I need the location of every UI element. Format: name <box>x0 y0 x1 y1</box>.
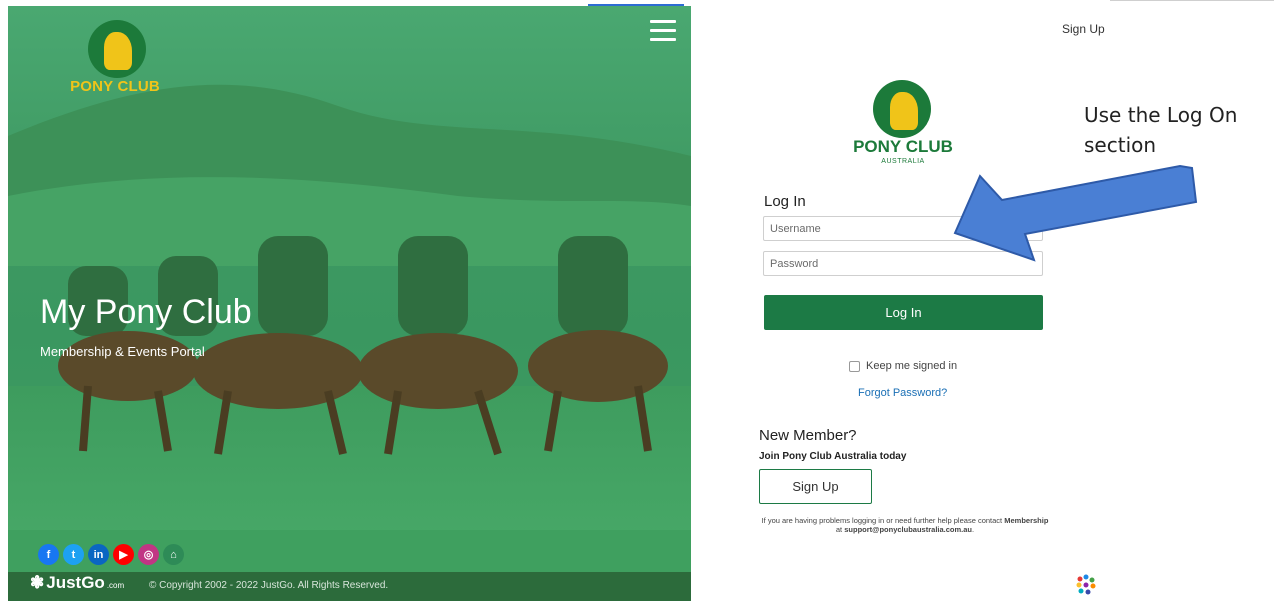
annotation-text: Use the Log On section <box>1084 100 1237 160</box>
join-text: Join Pony Club Australia today <box>759 451 907 462</box>
home-icon[interactable]: ⌂ <box>163 544 184 565</box>
hero-logo-text: PONY CLUB <box>70 78 160 95</box>
justgo-logo-icon: ❃ <box>30 573 45 592</box>
hero-logo: PONY CLUB <box>60 18 170 108</box>
login-heading: Log In <box>764 193 806 210</box>
social-links: f t in ▶ ◎ ⌂ <box>38 544 184 565</box>
twitter-icon[interactable]: t <box>63 544 84 565</box>
help-email[interactable]: support@ponyclubaustralia.com.au <box>844 525 972 534</box>
riders-illustration <box>58 236 668 456</box>
help-text-pre: If you are having problems logging in or… <box>761 516 1003 525</box>
justgo-logo-text: JustGo <box>46 573 105 592</box>
instagram-icon[interactable]: ◎ <box>138 544 159 565</box>
linkedin-icon[interactable]: in <box>88 544 109 565</box>
copyright-text: © Copyright 2002 - 2022 JustGo. All Righ… <box>149 580 389 591</box>
hero-subtitle: Membership & Events Portal <box>40 344 205 359</box>
hero-title: My Pony Club <box>40 293 252 331</box>
signup-button[interactable]: Sign Up <box>759 469 872 504</box>
justgo-badge-icon <box>1076 574 1096 595</box>
help-text-mid: at <box>835 525 843 534</box>
justgo-logo-suffix: .com <box>106 581 125 590</box>
horse-head-icon <box>890 92 918 130</box>
annotation-line-1: Use the Log On <box>1084 103 1238 127</box>
help-text-post: . <box>972 525 975 534</box>
youtube-icon[interactable]: ▶ <box>113 544 134 565</box>
forgot-password-link[interactable]: Forgot Password? <box>858 387 947 399</box>
keep-signed-in[interactable]: Keep me signed in <box>849 360 957 372</box>
annotation-line-2: section <box>1084 133 1157 157</box>
hero-panel: PONY CLUB My Pony Club Membership & Even… <box>8 6 691 601</box>
help-text: If you are having problems logging in or… <box>760 516 1050 534</box>
hamburger-menu-icon[interactable] <box>650 20 676 42</box>
document-divider <box>1110 0 1274 1</box>
keep-signed-in-checkbox[interactable] <box>849 360 860 372</box>
pony-club-logo: PONY CLUB AUSTRALIA <box>838 80 968 170</box>
horse-head-icon <box>104 32 132 70</box>
annotation-arrow-icon <box>953 164 1198 262</box>
justgo-logo[interactable]: ❃ JustGo .com <box>30 573 124 593</box>
new-member-heading: New Member? <box>759 427 857 444</box>
logo-brand-text: PONY CLUB <box>853 137 953 156</box>
login-button[interactable]: Log In <box>764 295 1043 330</box>
keep-signed-in-label: Keep me signed in <box>866 360 958 372</box>
facebook-icon[interactable]: f <box>38 544 59 565</box>
help-contact: Membership <box>1004 516 1049 525</box>
header-signup-link[interactable]: Sign Up <box>1062 22 1105 36</box>
